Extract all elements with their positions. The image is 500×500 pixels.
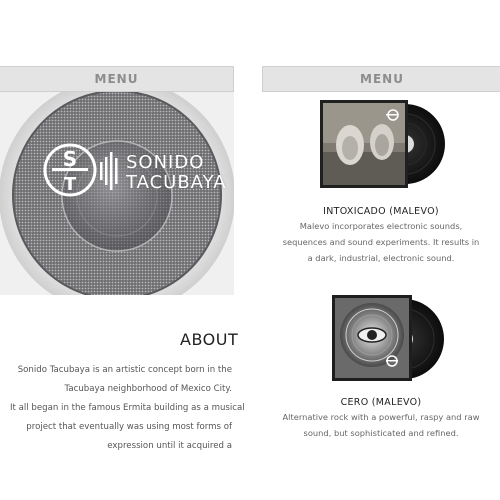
about-line: project that eventually was using most f…	[26, 422, 232, 432]
sonido-tacubaya-logo[interactable]: S T SONIDO TACUBAYA	[42, 140, 226, 202]
album-title[interactable]: CERO (MALEVO)	[262, 397, 500, 408]
menu-button-left[interactable]: MENU	[0, 66, 234, 92]
album-description: Malevo incorporates electronic sounds, s…	[262, 218, 500, 266]
album-card-cero[interactable]: CERO (MALEVO) Alternative rock with a po…	[262, 295, 500, 445]
album-cover-intoxicado[interactable]	[320, 100, 445, 190]
album-desc-line: Malevo incorporates electronic sounds,	[299, 221, 463, 231]
svg-text:S: S	[63, 147, 77, 171]
menu-label: MENU	[360, 72, 404, 86]
about-heading: ABOUT	[180, 330, 239, 349]
album-desc-line: Alternative rock with a powerful, raspy …	[282, 412, 480, 422]
album-desc-line: sequences and sound experiments. It resu…	[282, 237, 480, 247]
st-logo-mark: S T	[43, 143, 118, 197]
album-cover-cero[interactable]	[332, 295, 447, 385]
album-card-intoxicado[interactable]: INTOXICADO (MALEVO) Malevo incorporates …	[262, 100, 500, 270]
menu-label: MENU	[94, 72, 139, 86]
about-line: Sonido Tacubaya is an artistic concept b…	[17, 365, 232, 375]
about-line: expression until it acquired a	[107, 441, 232, 451]
logo-line2: TACUBAYA	[126, 172, 227, 193]
svg-text:T: T	[64, 174, 77, 195]
about-line: It all began in the famous Ermita buildi…	[10, 403, 245, 413]
about-paragraph: Sonido Tacubaya is an artistic concept b…	[10, 361, 245, 456]
menu-button-right[interactable]: MENU	[262, 66, 500, 92]
album-title[interactable]: INTOXICADO (MALEVO)	[262, 206, 500, 217]
logo-line1: SONIDO	[126, 152, 205, 173]
album-desc-line: sound, but sophisticated and refined.	[303, 428, 459, 438]
about-line: Tacubaya neighborhood of Mexico City.	[64, 384, 232, 394]
album-description: Alternative rock with a powerful, raspy …	[262, 409, 500, 441]
album-desc-line: a dark, industrial, electronic sound.	[307, 253, 455, 263]
